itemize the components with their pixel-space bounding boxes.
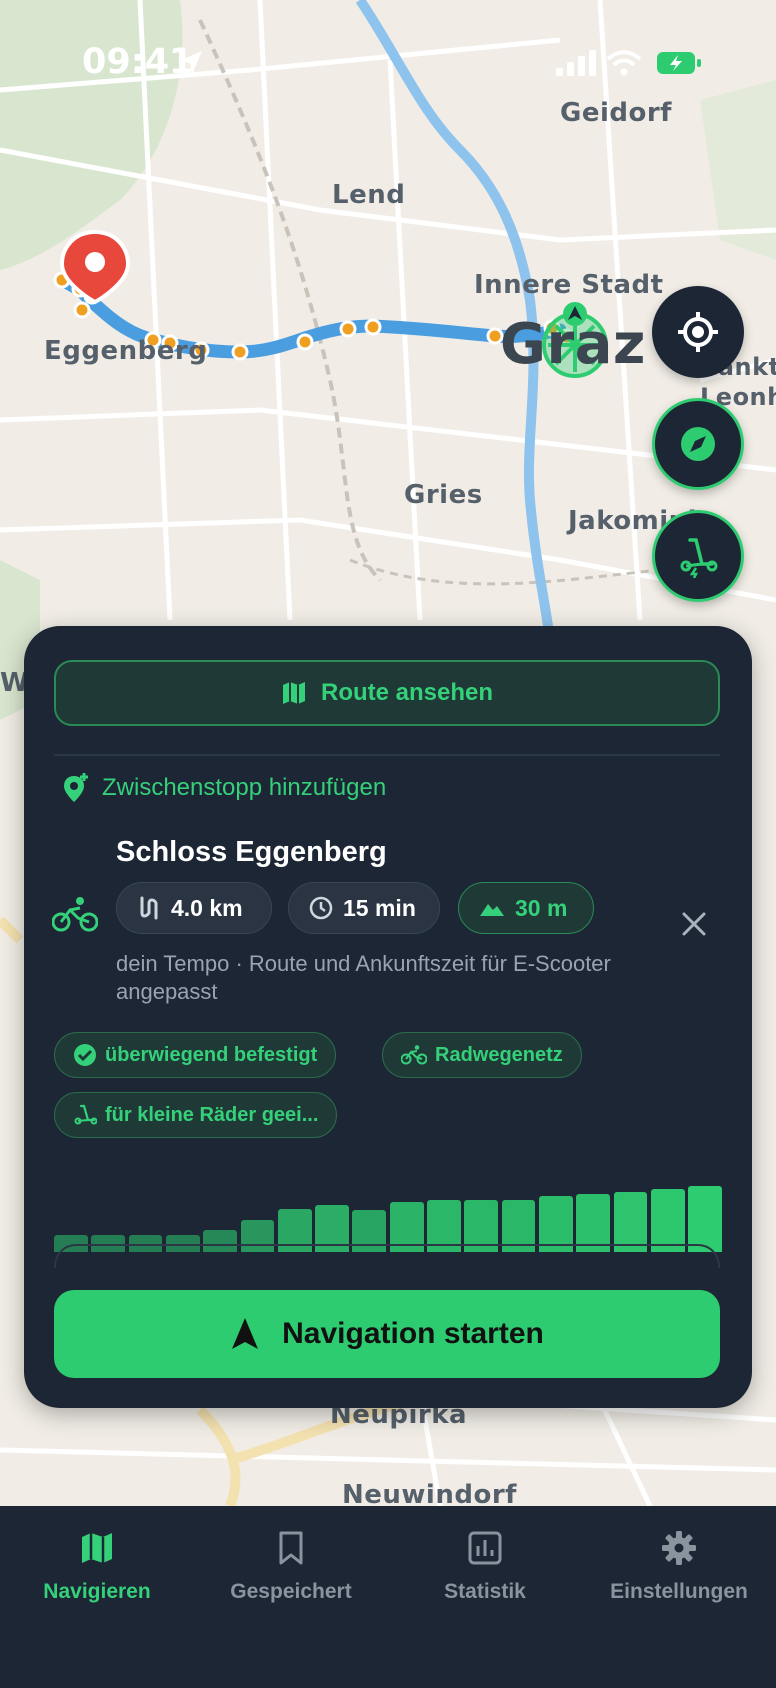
route-description: dein Tempo · Route und Ankunftszeit für … bbox=[116, 951, 611, 1004]
battery-icon bbox=[657, 52, 701, 74]
elevation-bar bbox=[650, 1189, 685, 1252]
map-label-eggenberg: Eggenberg bbox=[44, 336, 208, 366]
bookmark-icon bbox=[279, 1531, 303, 1565]
tag-surface: überwiegend befestigt bbox=[54, 1032, 337, 1078]
bicycle-icon bbox=[401, 1045, 427, 1065]
compass-button[interactable] bbox=[652, 398, 744, 490]
tag-bike-network: Radwegenetz bbox=[382, 1032, 582, 1078]
tag-small-wheels-label: für kleine Räder geei... bbox=[105, 1103, 319, 1126]
map-icon bbox=[282, 682, 305, 704]
start-navigation-label: Navigation starten bbox=[282, 1317, 544, 1350]
tag-surface-label: überwiegend befestigt bbox=[105, 1043, 318, 1066]
elevation-profile-chart bbox=[54, 1156, 722, 1252]
tab-navigate[interactable]: Navigieren bbox=[0, 1530, 194, 1604]
mountain-icon bbox=[480, 904, 504, 916]
view-route-label: Route ansehen bbox=[320, 679, 494, 706]
tab-statistics-label: Statistik bbox=[444, 1580, 526, 1603]
view-route-button[interactable]: Route ansehen bbox=[54, 660, 720, 726]
e-scooter-icon bbox=[74, 1104, 97, 1125]
navigation-arrow-icon bbox=[232, 1318, 259, 1349]
add-stop-label: Zwischenstopp hinzufügen bbox=[102, 774, 387, 801]
map-label-graz: Graz bbox=[500, 312, 646, 377]
map-label-innere-stadt: Innere Stadt bbox=[474, 270, 664, 300]
route-distance-icon bbox=[140, 896, 158, 920]
clock-icon bbox=[309, 896, 333, 920]
map-label-neuwindorf: Neuwindorf bbox=[342, 1480, 517, 1506]
tag-small-wheels: für kleine Räder geei... bbox=[54, 1092, 338, 1138]
bottom-tab-bar: Navigieren Gespeichert Statistik Einstel… bbox=[0, 1506, 776, 1688]
gear-icon bbox=[662, 1531, 696, 1565]
map-label-lend: Lend bbox=[332, 180, 406, 210]
destination-title: Schloss Eggenberg bbox=[116, 836, 387, 868]
recenter-button[interactable] bbox=[652, 286, 744, 378]
map-icon bbox=[82, 1533, 112, 1563]
tag-bike-network-label: Radwegenetz bbox=[435, 1043, 563, 1066]
chart-icon bbox=[468, 1531, 502, 1565]
elevation-value: 30 m bbox=[515, 894, 568, 921]
elevation-chip: 30 m bbox=[458, 882, 594, 934]
e-scooter-icon bbox=[680, 538, 718, 578]
collapsed-card[interactable] bbox=[54, 1244, 720, 1268]
status-bar: 09:41 bbox=[0, 0, 776, 120]
tab-settings-label: Einstellungen bbox=[610, 1580, 748, 1603]
divider bbox=[54, 754, 720, 756]
wifi-icon bbox=[606, 50, 642, 76]
cellular-signal-icon bbox=[556, 50, 596, 76]
elevation-bar bbox=[613, 1191, 648, 1252]
distance-chip: 4.0 km bbox=[116, 882, 272, 934]
tab-saved[interactable]: Gespeichert bbox=[194, 1530, 388, 1604]
crosshair-icon bbox=[678, 312, 718, 352]
duration-value: 15 min bbox=[343, 894, 416, 921]
elevation-bar bbox=[688, 1186, 722, 1252]
add-stop-button[interactable]: Zwischenstopp hinzufügen bbox=[62, 768, 386, 808]
duration-chip: 15 min bbox=[288, 882, 440, 934]
tab-saved-label: Gespeichert bbox=[230, 1580, 352, 1603]
distance-value: 4.0 km bbox=[171, 894, 243, 921]
compass-icon bbox=[681, 427, 715, 461]
start-navigation-button[interactable]: Navigation starten bbox=[54, 1290, 720, 1378]
add-location-icon bbox=[64, 773, 88, 802]
tab-statistics[interactable]: Statistik bbox=[388, 1530, 582, 1604]
tab-settings[interactable]: Einstellungen bbox=[582, 1530, 776, 1604]
vehicle-mode-button[interactable] bbox=[652, 510, 744, 602]
map-label-gries: Gries bbox=[404, 480, 483, 510]
close-icon[interactable] bbox=[680, 910, 708, 938]
tab-navigate-label: Navigieren bbox=[43, 1580, 151, 1603]
check-circle-icon bbox=[74, 1044, 96, 1066]
bicycle-icon bbox=[52, 897, 98, 932]
location-arrow-icon bbox=[179, 51, 202, 75]
route-panel: Route ansehen Zwischenstopp hinzufügen S… bbox=[24, 626, 752, 1408]
